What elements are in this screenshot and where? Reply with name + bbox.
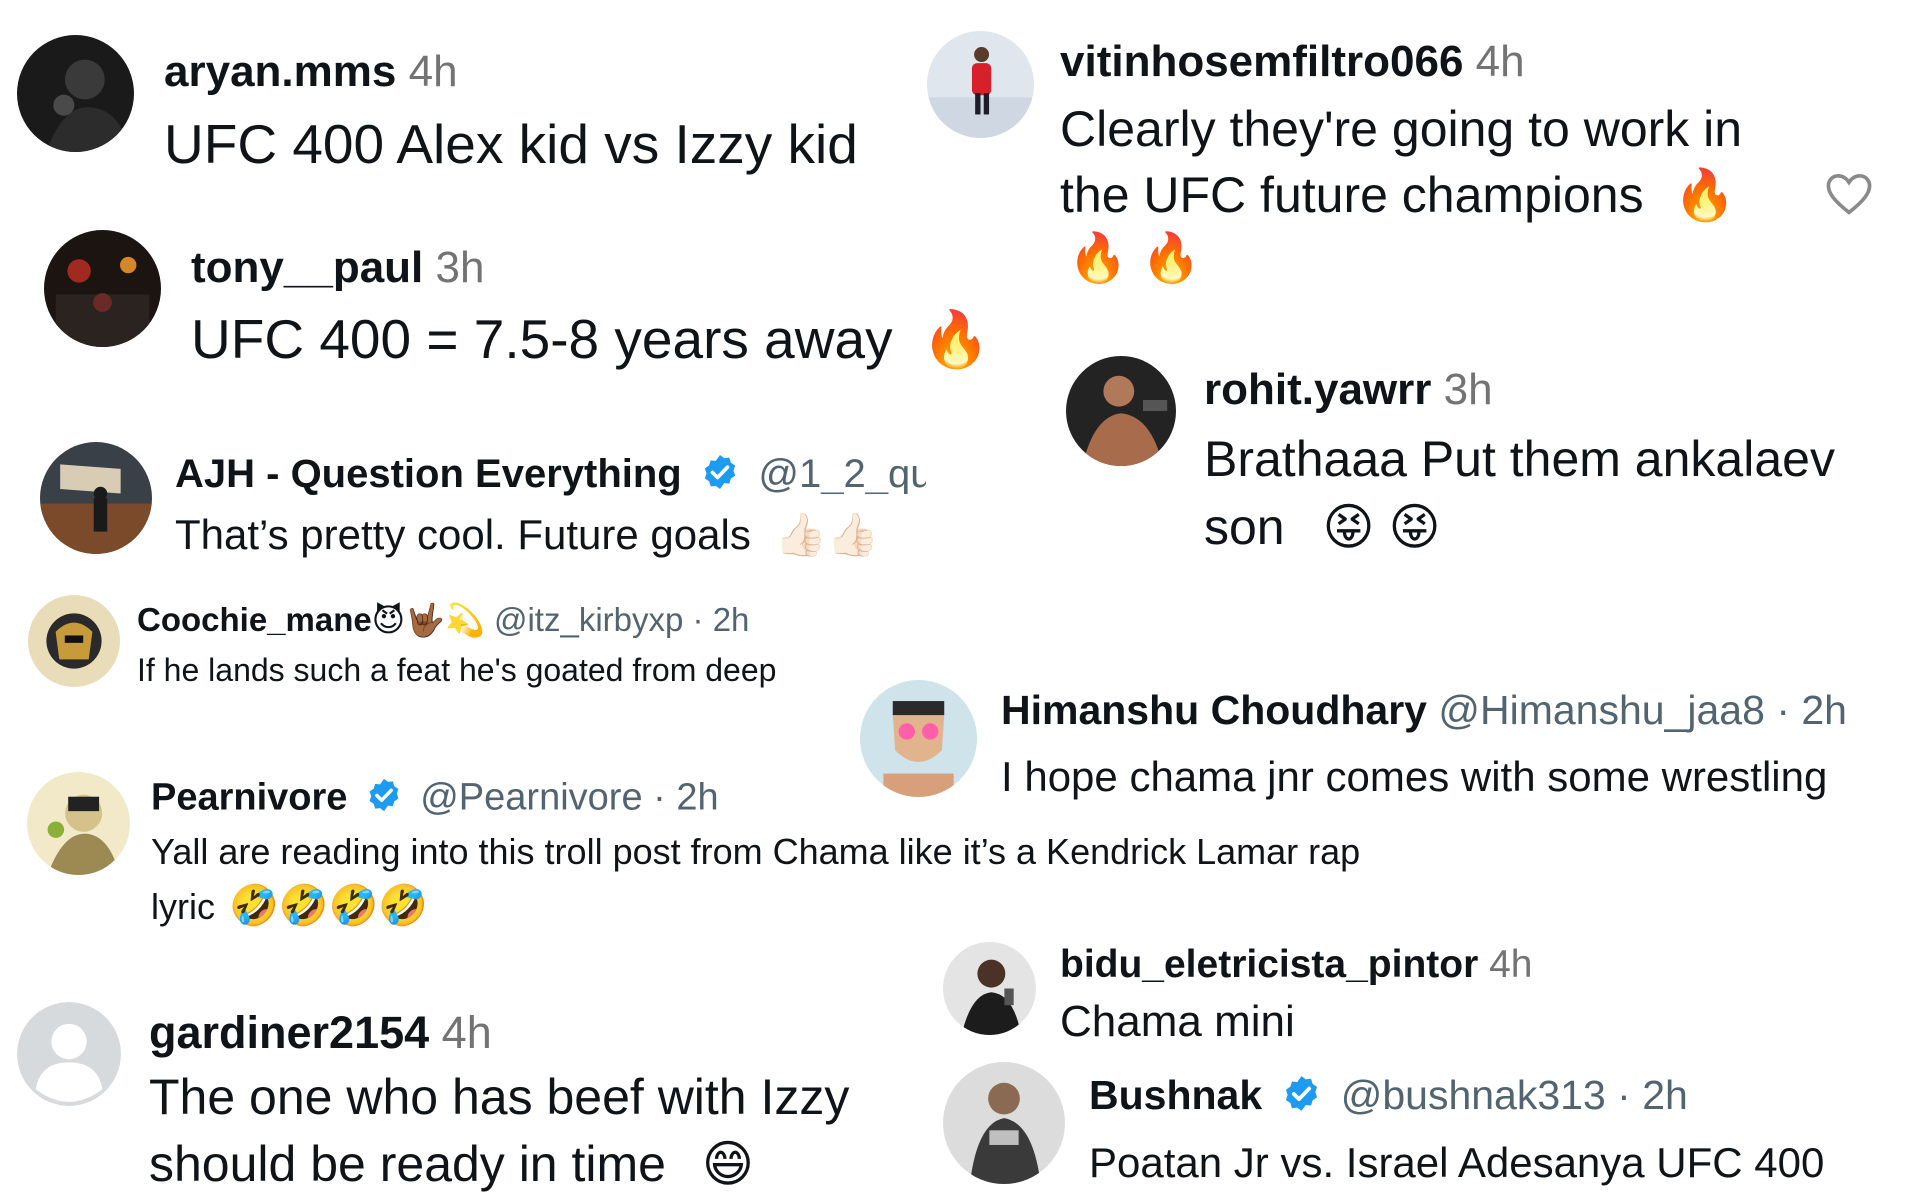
timestamp: 3h (1443, 365, 1493, 414)
avatar[interactable] (943, 1062, 1065, 1184)
timestamp: · 2h (1776, 687, 1847, 733)
avatar[interactable] (27, 772, 130, 875)
rolling-laughing-emoji: 🤣🤣🤣🤣 (229, 884, 429, 928)
comment-text-line2: should be ready in time (149, 1136, 666, 1192)
comment-text: If he lands such a feat he's goated from… (137, 652, 777, 688)
comment-text-line2: lyric (151, 886, 215, 927)
timestamp: 4h (441, 1007, 492, 1058)
username-emojis: 😈🤟🏾💫 (371, 602, 485, 638)
comment-text: Poatan Jr vs. Israel Adesanya UFC 400 (1089, 1139, 1825, 1186)
avatar[interactable] (860, 680, 977, 797)
username[interactable]: Coochie_mane (137, 601, 372, 638)
timestamp: · 2h (692, 601, 750, 638)
squinting-tongue-emoji: 😝 😝 (1322, 499, 1441, 555)
user-handle[interactable]: @itz_kirbyxp (494, 601, 683, 638)
comment-text-line2: son (1204, 499, 1285, 555)
heart-outline-icon[interactable] (1823, 168, 1875, 220)
timestamp: · 2h (653, 776, 719, 819)
timestamp: 4h (1489, 943, 1533, 986)
timestamp: · 2h (1617, 1072, 1688, 1119)
verified-badge-icon (1285, 1076, 1317, 1111)
timestamp: 4h (408, 47, 458, 96)
grinning-emoji: 😄 (701, 1136, 754, 1192)
avatar[interactable] (44, 230, 161, 347)
timestamp: 4h (1475, 37, 1525, 86)
username[interactable]: Himanshu Choudhary (1001, 687, 1427, 733)
comment-text-line1: Brathaaa Put them ankalaev (1204, 431, 1835, 487)
username[interactable]: aryan.mms (164, 47, 396, 96)
avatar[interactable] (1066, 356, 1176, 466)
thumbs-up-emoji: 👍🏻👍🏻 (774, 511, 880, 558)
user-handle[interactable]: @Pearnivore (420, 776, 642, 818)
user-handle[interactable]: @1_2_qu (758, 454, 926, 494)
fire-emoji: 🔥 (921, 308, 991, 370)
comment-text: I hope chama jnr comes with some wrestli… (1001, 753, 1828, 800)
fire-emojis: 🔥 🔥 (1068, 232, 1201, 285)
username[interactable]: AJH - Question Everything (175, 452, 682, 496)
timestamp: 3h (435, 243, 485, 292)
avatar[interactable] (17, 35, 134, 152)
comment-text-line1: Yall are reading into this troll post fr… (151, 831, 1361, 872)
comment-text-line1: The one who has beef with Izzy (149, 1069, 850, 1125)
avatar[interactable] (17, 1002, 121, 1106)
comment-text: That’s pretty cool. Future goals (175, 511, 751, 558)
comment-text: UFC 400 = 7.5-8 years away (191, 308, 893, 370)
comment-text-line1: Clearly they're going to work in (1060, 101, 1743, 157)
username[interactable]: gardiner2154 (149, 1007, 429, 1058)
comment-text: UFC 400 Alex kid vs Izzy kid (164, 113, 858, 175)
username[interactable]: bidu_eletricista_pintor (1060, 943, 1478, 986)
verified-badge-icon (704, 455, 736, 489)
user-handle[interactable]: @Himanshu_jaa8 (1438, 687, 1765, 733)
username[interactable]: vitinhosemfiltro066 (1060, 37, 1463, 86)
username[interactable]: rohit.yawrr (1204, 365, 1431, 414)
comment-text-line2: the UFC future champions (1060, 167, 1644, 223)
username[interactable]: Pearnivore (151, 776, 347, 818)
avatar[interactable] (927, 31, 1034, 138)
username[interactable]: Bushnak (1089, 1072, 1262, 1118)
avatar[interactable] (40, 442, 152, 554)
user-handle[interactable]: @bushnak313 (1341, 1072, 1606, 1118)
fire-emoji: 🔥 (1673, 167, 1736, 223)
comment-text: Chama mini (1060, 997, 1295, 1046)
verified-badge-icon (369, 778, 399, 812)
avatar[interactable] (28, 595, 120, 687)
avatar[interactable] (943, 942, 1036, 1035)
username[interactable]: tony__paul (191, 243, 423, 292)
